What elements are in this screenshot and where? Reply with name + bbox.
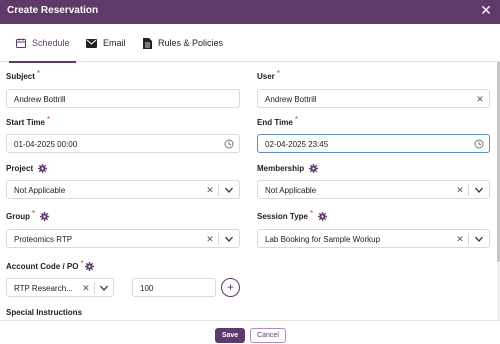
tab-bar: Schedule Email Rules & Policies <box>0 24 500 63</box>
add-account-button[interactable]: + <box>221 278 240 297</box>
membership-select[interactable]: Not Applicable ✕ <box>257 180 490 199</box>
tab-label: Rules & Policies <box>158 38 224 48</box>
user-input[interactable]: Andrew Bottrill ✕ <box>257 89 490 108</box>
save-button[interactable]: Save <box>215 328 245 343</box>
close-icon[interactable]: ✕ <box>479 3 493 17</box>
chevron-down-icon[interactable] <box>224 185 234 195</box>
dialog-footer: Save Cancel <box>0 320 500 344</box>
clear-icon[interactable]: ✕ <box>455 233 465 245</box>
chevron-down-icon[interactable] <box>224 234 234 244</box>
envelope-icon <box>86 38 97 48</box>
session-type-label: Session Type * <box>257 209 328 221</box>
session-type-select[interactable]: Lab Booking for Sample Workup ✕ <box>257 229 490 248</box>
membership-label: Membership <box>257 164 319 173</box>
start-time-label: Start Time * <box>6 115 51 127</box>
group-label: Group * <box>6 209 50 221</box>
account-code-select[interactable]: RTP Research... ✕ <box>6 278 114 297</box>
gear-icon[interactable] <box>40 212 50 221</box>
group-select[interactable]: Proteomics RTP ✕ <box>6 229 240 248</box>
chevron-down-icon[interactable] <box>474 185 484 195</box>
start-time-input[interactable]: 01-04-2025 00:00 <box>6 134 240 153</box>
end-time-label: End Time * <box>257 115 298 127</box>
clock-icon[interactable] <box>474 139 484 149</box>
document-icon <box>143 37 152 49</box>
special-instructions-label: Special Instructions <box>6 308 83 317</box>
gear-icon[interactable] <box>318 212 328 221</box>
clear-icon[interactable]: ✕ <box>455 184 465 196</box>
chevron-down-icon[interactable] <box>474 234 484 244</box>
tab-label: Email <box>103 38 126 48</box>
tab-schedule[interactable]: Schedule <box>9 24 76 63</box>
gear-icon[interactable] <box>84 262 94 271</box>
dialog-titlebar: Create Reservation ✕ <box>0 0 500 24</box>
amount-input[interactable]: 100 <box>132 278 216 297</box>
dialog-title: Create Reservation <box>7 5 99 16</box>
calendar-icon <box>16 38 26 48</box>
clear-icon[interactable]: ✕ <box>205 184 215 196</box>
tab-email[interactable]: Email <box>86 24 126 62</box>
tab-rules-policies[interactable]: Rules & Policies <box>143 24 223 62</box>
clear-icon[interactable]: ✕ <box>475 93 485 105</box>
form-body[interactable]: Subject * Andrew Bottrill User * Andrew Bo… <box>0 62 497 320</box>
subject-input[interactable]: Andrew Bottrill <box>6 89 240 108</box>
end-time-input[interactable]: 02-04-2025 23:45 <box>257 134 490 153</box>
tab-label: Schedule <box>32 38 70 48</box>
chevron-down-icon[interactable] <box>99 283 109 293</box>
user-label: User * <box>257 69 280 81</box>
cancel-button[interactable]: Cancel <box>250 328 286 343</box>
clock-icon[interactable] <box>224 139 234 149</box>
project-label: Project <box>6 164 48 173</box>
gear-icon[interactable] <box>309 164 319 173</box>
subject-label: Subject * <box>6 69 41 81</box>
clear-icon[interactable]: ✕ <box>205 233 215 245</box>
project-select[interactable]: Not Applicable ✕ <box>6 180 240 199</box>
account-code-label: Account Code / PO * <box>6 259 94 271</box>
gear-icon[interactable] <box>38 164 48 173</box>
clear-icon[interactable]: ✕ <box>81 282 91 294</box>
